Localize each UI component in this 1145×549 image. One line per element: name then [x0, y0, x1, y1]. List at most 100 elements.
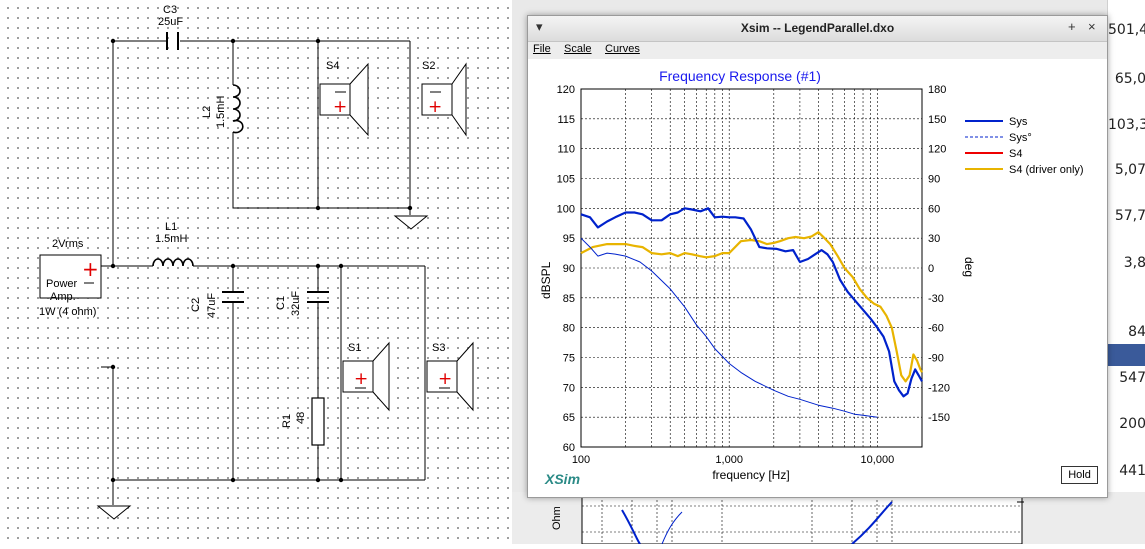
y-tick-label: 110	[557, 144, 575, 156]
y2-tick-label: 180	[928, 84, 946, 96]
table-cell: 84	[1128, 324, 1145, 340]
table-cell: 441	[1119, 463, 1145, 479]
menu-curves[interactable]: Curves	[605, 43, 640, 55]
window-title: Xsim -- LegendParallel.dxo	[740, 21, 895, 35]
y-tick-label: 75	[563, 353, 575, 365]
menu-bar: File Scale Curves	[528, 41, 1107, 59]
chart-title: Frequency Response (#1)	[659, 68, 821, 84]
legend-label: S4 (driver only)	[1009, 164, 1084, 176]
schematic-drawing: C3 25uF L2 1.5mH L1 1.5mH C2 47uF C1 32u…	[39, 4, 474, 520]
c3-value: 25uF	[158, 16, 183, 28]
y-tick-label: 95	[563, 233, 575, 245]
maximize-icon[interactable]: +	[1068, 19, 1076, 34]
y-axis-label: dBSPL	[539, 261, 553, 299]
xsim-logo: XSim	[545, 471, 581, 487]
ground-icon	[393, 215, 429, 230]
l1-value: 1.5mH	[155, 233, 187, 245]
l1-name: L1	[165, 221, 177, 233]
background-impedance-plot: Ohm	[512, 491, 1145, 545]
l2-name: L2	[201, 106, 213, 118]
y2-tick-label: 150	[928, 114, 946, 126]
lower-plot-label: Ohm	[551, 506, 563, 530]
y-tick-label: 115	[557, 114, 575, 126]
capacitor-c2[interactable]: C2 47uF	[190, 291, 244, 318]
frequency-response-chart: Frequency Response (#1) 60 65 70 75 80 85 90 95…	[539, 68, 1084, 482]
y-axis-left-ticks: 60 65 70 75 80 85 90 95 100 105 110 115 120	[557, 84, 575, 454]
speaker-s1-label: S1	[348, 342, 361, 354]
xsim-window[interactable]: ▾ Xsim -- LegendParallel.dxo + × File Sc…	[527, 15, 1108, 498]
table-cell: 200	[1119, 416, 1145, 432]
c1-name: C1	[275, 296, 287, 310]
y2-tick-label: 120	[928, 144, 946, 156]
table-cell: 103,3	[1108, 117, 1145, 133]
table-cell: 3,8	[1123, 255, 1145, 271]
wire	[232, 132, 410, 209]
close-icon[interactable]: ×	[1088, 19, 1096, 34]
x-axis-label: frequency [Hz]	[712, 468, 789, 482]
c1-value: 32uF	[290, 291, 302, 316]
l2-value: 1.5mH	[215, 96, 227, 128]
background-table-column: 501,4 65,0 103,3 5,07 57,7 3,8 84 547 20…	[1107, 0, 1145, 544]
speaker-s2[interactable]: + S2	[421, 60, 467, 137]
plus-icon: +	[354, 369, 368, 389]
plus-icon: +	[333, 97, 347, 117]
table-cell: 547	[1119, 370, 1145, 386]
table-cell: 65,0	[1114, 71, 1145, 87]
power-amp[interactable]: Power Amp. + 2Vrms 1W (4 ohm)	[39, 238, 102, 318]
legend-label: Sys	[1009, 116, 1028, 128]
r1-value: 48	[295, 412, 307, 424]
plot-area[interactable]: Frequency Response (#1) 60 65 70 75 80 85 90 95…	[528, 59, 1107, 497]
speaker-s1[interactable]: + S1	[342, 341, 390, 412]
y-tick-label: 80	[563, 323, 575, 335]
y2-tick-label: 30	[928, 233, 940, 245]
y-axis-right-ticks: -150 -120 -90 -60 -30 0 30 60 90 120 150 180	[928, 84, 950, 424]
y-tick-label: 85	[563, 293, 575, 305]
speaker-s4[interactable]: + S4	[319, 60, 369, 137]
legend-label: Sys°	[1009, 132, 1032, 144]
table-cell: 5,07	[1114, 162, 1145, 178]
y-tick-label: 105	[557, 174, 575, 186]
amp-power: 1W (4 ohm)	[39, 306, 96, 318]
y2-tick-label: 90	[928, 174, 940, 186]
legend-label: S4	[1009, 148, 1022, 160]
schematic-canvas[interactable]: C3 25uF L2 1.5mH L1 1.5mH C2 47uF C1 32u…	[0, 0, 520, 544]
y-tick-label: 70	[563, 382, 575, 394]
menu-scale[interactable]: Scale	[564, 43, 592, 55]
y2-tick-label: -90	[928, 353, 944, 365]
title-bar[interactable]: ▾ Xsim -- LegendParallel.dxo + ×	[528, 16, 1107, 42]
c2-name: C2	[190, 298, 202, 312]
menu-file[interactable]: File	[533, 43, 551, 55]
speaker-s2-label: S2	[422, 60, 435, 72]
resistor-r1[interactable]: R1 48	[281, 397, 325, 446]
y2-tick-label: -60	[928, 323, 944, 335]
y-tick-label: 90	[563, 263, 575, 275]
y-tick-label: 120	[557, 84, 575, 96]
inductor-l1[interactable]: L1 1.5mH	[152, 221, 194, 267]
speaker-s3[interactable]: + S3	[426, 341, 474, 412]
x-axis-ticks: 100 1,000 10,000	[572, 454, 894, 466]
y-tick-label: 100	[557, 203, 575, 215]
r1-name: R1	[281, 414, 293, 428]
c2-value: 47uF	[206, 293, 218, 318]
capacitor-c1[interactable]: C1 32uF	[275, 291, 329, 316]
plus-icon: +	[428, 97, 442, 117]
table-cell: 57,7	[1114, 208, 1145, 224]
y2-tick-label: -30	[928, 293, 944, 305]
table-cell: 501,4	[1108, 22, 1145, 38]
speaker-s4-label: S4	[326, 60, 339, 72]
plus-icon: +	[438, 369, 452, 389]
y-tick-label: 65	[563, 412, 575, 424]
capacitor-c3[interactable]: C3 25uF	[158, 4, 183, 50]
y2-tick-label: 0	[928, 263, 934, 275]
chart-legend[interactable]: Sys Sys° S4 S4 (driver only)	[965, 116, 1084, 176]
y2-tick-label: -150	[928, 412, 950, 424]
y2-tick-label: -120	[928, 382, 950, 394]
x-tick-label: 10,000	[861, 454, 895, 466]
c3-name: C3	[163, 4, 177, 16]
plus-icon: +	[82, 257, 99, 281]
amp-name-line1: Power	[46, 278, 78, 290]
amp-name-line2: Amp.	[50, 291, 76, 303]
hold-button[interactable]: Hold	[1061, 466, 1098, 484]
inductor-l2[interactable]: L2 1.5mH	[201, 84, 244, 134]
x-tick-label: 100	[572, 454, 590, 466]
